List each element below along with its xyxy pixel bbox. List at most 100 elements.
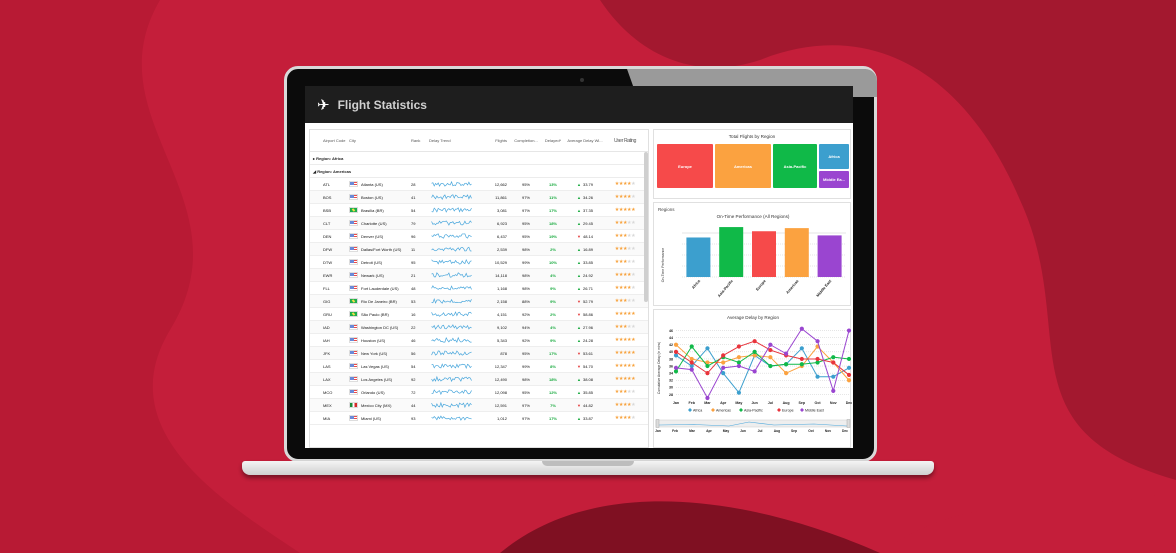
data-point[interactable] [783,362,789,367]
data-point[interactable] [846,328,852,333]
data-point[interactable] [768,355,773,360]
user-rating[interactable]: ★★★★★ [605,376,645,382]
user-rating[interactable]: ★★★★★ [605,285,645,291]
data-point[interactable] [673,365,679,370]
legend-item[interactable]: Europe [782,408,794,412]
data-point[interactable] [831,360,836,365]
data-point[interactable] [846,372,852,378]
legend-item[interactable]: Americas [716,408,731,412]
data-point[interactable] [705,395,710,401]
user-rating[interactable]: ★★★★★ [605,181,645,187]
data-point[interactable] [736,363,742,369]
data-point[interactable] [799,356,804,362]
table-row[interactable]: DEN Denver (US) 96 6,437 95% 19% ▼ 48.14 ★★★★★ [310,230,648,243]
data-point[interactable] [815,374,820,379]
table-row[interactable]: JFK New York (US) 56 878 95% 17% ▼ 53.61 ★★★★★ [310,347,648,360]
column-header[interactable]: User Rating [605,138,645,144]
legend-item[interactable]: Middle East [805,408,824,412]
data-point[interactable] [831,355,836,360]
data-point[interactable] [736,355,742,360]
table-row[interactable]: GRU São Paulo (BR) 16 4,151 92% 2% ▼ 58.86 ★★★★★ [310,308,648,321]
user-rating[interactable]: ★★★★★ [605,246,645,252]
treemap-tile[interactable]: Middle Ea... [819,171,849,188]
data-point[interactable] [846,365,852,370]
column-header[interactable]: Average Delay Wi... [565,138,605,143]
table-row[interactable]: ATL Atlanta (US) 28 12,662 95% 13% ▲ 33.79 ★★★★★ [310,178,648,191]
data-point[interactable] [705,363,710,369]
user-rating[interactable]: ★★★★★ [605,233,645,239]
column-header[interactable]: Airport Code [313,138,349,143]
user-rating[interactable]: ★★★★★ [605,194,645,200]
bar[interactable] [784,228,809,277]
data-point[interactable] [768,363,773,369]
data-point[interactable] [799,326,804,331]
legend-item[interactable]: Asia-Pacific [744,408,763,412]
legend-item[interactable]: Africa [693,408,702,412]
user-rating[interactable]: ★★★★★ [605,298,645,304]
data-point[interactable] [752,339,757,344]
user-rating[interactable]: ★★★★★ [605,220,645,226]
data-point[interactable] [689,367,694,372]
data-point[interactable] [721,353,726,358]
data-point[interactable] [736,344,742,349]
table-row[interactable]: FLL Fort Lauderdale (US) 48 1,168 98% 9% ▲ 26.7… [310,282,648,295]
data-point[interactable] [768,347,773,353]
table-row[interactable]: EWR Newark (US) 21 14,118 98% 4% ▲ 24.92 ★★★★★ [310,269,648,282]
user-rating[interactable]: ★★★★★ [605,389,645,395]
data-point[interactable] [689,360,694,365]
data-point[interactable] [831,388,836,393]
column-header[interactable]: Flights [481,138,511,143]
data-point[interactable] [705,346,710,351]
group-row-africa[interactable]: ▸ Region: Africa [310,152,648,165]
table-row[interactable]: IAH Houston (US) 46 5,343 92% 9% ▲ 24.28 ★★★★★ [310,334,648,347]
user-rating[interactable]: ★★★★★ [605,337,645,343]
user-rating[interactable]: ★★★★★ [605,363,645,369]
data-point[interactable] [783,371,789,376]
table-row[interactable]: DTW Detroit (US) 95 10,529 99% 10% ▲ 33.85 ★★★★★ [310,256,648,269]
data-point[interactable] [705,371,710,376]
user-rating[interactable]: ★★★★★ [605,272,645,278]
bar[interactable] [752,231,776,277]
bar[interactable] [719,227,744,277]
user-rating[interactable]: ★★★★★ [605,350,645,356]
data-point[interactable] [846,378,852,383]
data-point[interactable] [768,342,773,347]
data-point[interactable] [815,339,820,344]
bar[interactable] [817,235,842,277]
data-point[interactable] [831,374,836,379]
table-row[interactable]: LAS Las Vegas (US) 54 12,347 99% 8% ▼ 54.70 ★★★★… [310,360,648,373]
table-row[interactable]: BSB Brasília (BR) 54 3,081 97% 17% ▲ 37.35 ★★★★★ [310,204,648,217]
treemap-tile[interactable]: Asia-Pacific [773,144,817,188]
table-row[interactable]: GIG Rio De Janeiro (BR) 53 2,158 88% 9% ▼ 52.79… [310,295,648,308]
table-row[interactable]: DFW Dallas/Fort Worth (US) 11 2,539 98% 2% ▲ 16… [310,243,648,256]
grid-scrollbar[interactable] [644,152,648,302]
table-row[interactable]: MCO Orlando (US) 72 12,098 95% 12% ▲ 35.85 ★★★★★ [310,386,648,399]
data-point[interactable] [752,349,757,354]
data-point[interactable] [846,356,852,362]
table-row[interactable]: MEX Mexico City (MX) 44 12,591 97% 7% ▼ 44.82 ★★… [310,399,648,412]
user-rating[interactable]: ★★★★★ [605,311,645,317]
user-rating[interactable]: ★★★★★ [605,415,645,421]
bar[interactable] [686,237,711,277]
column-header[interactable]: City [349,138,411,143]
user-rating[interactable]: ★★★★★ [605,207,645,213]
data-point[interactable] [815,356,820,362]
data-point[interactable] [736,390,742,395]
user-rating[interactable]: ★★★★★ [605,324,645,330]
treemap-tile[interactable]: Africa [819,144,849,169]
column-header[interactable]: Delayed* [541,138,565,143]
table-row[interactable]: LAX Los Angeles (US) 92 12,490 98% 18% ▲ 38.08 ★… [310,373,648,386]
table-row[interactable]: CLT Charlotte (US) 79 6,923 95% 18% ▲ 29.45 ★★★★… [310,217,648,230]
data-point[interactable] [799,346,804,351]
data-point[interactable] [673,342,679,347]
table-row[interactable]: IAD Washington DC (US) 22 9,102 94% 4% ▲ 27.96 ★… [310,321,648,334]
data-point[interactable] [673,349,679,354]
data-point[interactable] [783,351,789,356]
treemap-tile[interactable]: Europe [657,144,713,188]
column-header[interactable]: Completion... [511,138,541,143]
data-point[interactable] [752,369,757,374]
navigator-right-handle[interactable] [846,419,851,428]
column-header[interactable]: Delay Trend [429,138,481,143]
data-point[interactable] [689,344,694,349]
table-row[interactable]: BOS Boston (US) 41 11,861 97% 11% ▲ 34.26 ★★★★★ [310,191,648,204]
